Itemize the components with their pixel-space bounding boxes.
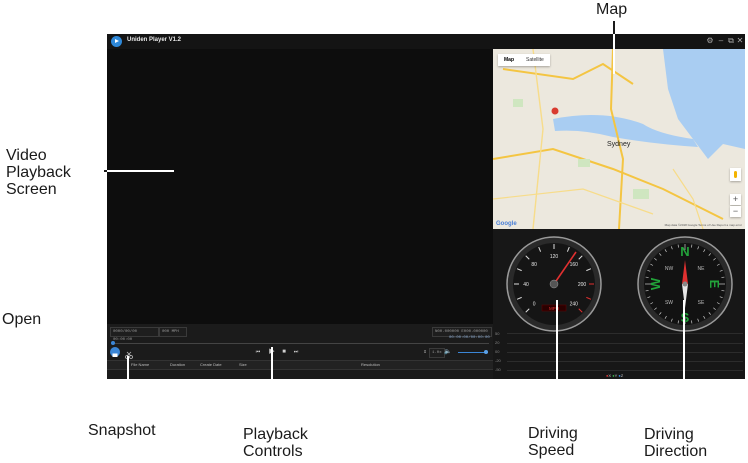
callout-open: Open: [2, 311, 42, 328]
callout-driving-speed: Driving Speed: [528, 425, 578, 459]
progress-bar[interactable]: [111, 343, 489, 344]
app-title: Uniden Player V1.2: [127, 37, 182, 43]
compass-sw: SW: [665, 300, 673, 306]
file-table-header: File Name Duration Create Date Size Reso…: [107, 360, 493, 370]
stop-button[interactable]: ■: [280, 347, 288, 357]
speed-tick-label: 0: [533, 302, 536, 308]
compass-se: SE: [698, 300, 705, 306]
map-roads: [493, 49, 745, 229]
minimize-icon[interactable]: –: [716, 36, 726, 46]
tab-satellite[interactable]: Satellite: [520, 54, 550, 66]
speed-tick-label: 120: [550, 254, 559, 260]
compass: N E S W NE SE SW NW: [637, 236, 733, 332]
graph-y-label-3: -20: [495, 358, 501, 363]
map-type-tabs: Map Satellite: [498, 54, 550, 66]
col-resolution[interactable]: Resolution: [361, 361, 380, 369]
google-logo: Google: [496, 221, 517, 227]
gear-icon[interactable]: ⚙: [705, 36, 715, 46]
datetime-field: 0000/00/00 00:00:00: [110, 327, 159, 342]
map-city-label: Sydney: [607, 141, 631, 148]
col-create-date[interactable]: Create Date: [200, 361, 222, 369]
compass-n: N: [680, 244, 689, 259]
callout-playback-controls: Playback Controls: [243, 426, 308, 460]
speed-tick-label: 80: [531, 262, 537, 268]
scissors-icon: [125, 351, 133, 359]
legend-x: X: [608, 373, 612, 378]
speedometer: 04080120160200240 MPH: [506, 236, 602, 332]
leader-video-outside: [104, 170, 107, 172]
callout-video-playback-screen: Video Playback Screen: [6, 147, 71, 198]
video-playback-screen[interactable]: [107, 49, 493, 324]
speed-field: 000 MPH: [159, 327, 187, 337]
app-logo-icon: [111, 36, 122, 47]
volume-knob[interactable]: [484, 350, 488, 354]
legend-y: Y: [614, 373, 618, 378]
compass-ne: NE: [698, 266, 706, 272]
snapshot-button[interactable]: [124, 347, 134, 359]
volume-icon[interactable]: 🔈: [444, 347, 452, 357]
folder-icon: [112, 353, 118, 357]
graph-grid: [507, 333, 743, 371]
graph-y-label-1: 20: [495, 340, 500, 345]
graph-legend: ●X ●Y ●Z: [606, 373, 624, 378]
compass-w: W: [648, 277, 663, 290]
rate-stepper-icon[interactable]: ⇕: [422, 347, 428, 357]
graph-y-label-4: -50: [495, 367, 501, 372]
leader-direction: [683, 300, 685, 379]
speed-tick-label: 160: [570, 262, 579, 268]
callout-map: Map: [596, 1, 628, 18]
col-file-name[interactable]: File Name: [131, 361, 149, 369]
leader-video: [104, 170, 174, 172]
previous-button[interactable]: ⏮: [254, 347, 262, 357]
speed-tick-label: 200: [578, 282, 587, 288]
graph-y-label-2: 00: [495, 349, 500, 354]
street-view-icon[interactable]: [730, 168, 741, 181]
leader-map: [613, 21, 615, 34]
zoom-out-button[interactable]: −: [730, 206, 741, 217]
speed-tick-label: 40: [523, 282, 529, 288]
open-button[interactable]: [110, 347, 120, 357]
graph-y-label-0: 50: [495, 331, 500, 336]
legend-z: Z: [620, 373, 624, 378]
leader-map-inside: [613, 34, 615, 74]
zoom-in-button[interactable]: +: [730, 194, 741, 205]
info-row: 0000/00/00 00:00:00 000 MPH N00.000000 E…: [107, 326, 493, 342]
compass-nw: NW: [665, 266, 674, 272]
gauges-panel: 0 40 80 120 160 200 240 MPH N E S W NE SE SW N…: [493, 229, 745, 379]
col-size[interactable]: Size: [239, 361, 247, 369]
app-window: Uniden Player V1.2 ⚙ – ⧉ ✕ 0000/00/00 00…: [107, 34, 745, 379]
callout-driving-direction: Driving Direction: [644, 426, 708, 460]
leader-snapshot: [127, 356, 129, 379]
leader-speed: [556, 300, 558, 379]
close-icon[interactable]: ✕: [735, 36, 745, 46]
leader-snapshot-outside: [127, 379, 129, 415]
speed-tick-label: 240: [570, 302, 579, 308]
col-duration[interactable]: Duration: [170, 361, 185, 369]
time-readout: 00:00:00/00:00:00: [449, 336, 490, 340]
map-footer[interactable]: Map data ©2018 Google Terms of Use Repor…: [665, 223, 742, 227]
compass-s: S: [681, 310, 690, 325]
progress-knob[interactable]: [111, 341, 115, 345]
map-panel[interactable]: Map Satellite Sydney + − Google Map data…: [493, 49, 745, 229]
leader-playback: [271, 347, 273, 379]
next-button[interactable]: ⏭: [292, 347, 300, 357]
tab-map[interactable]: Map: [498, 54, 520, 66]
callout-snapshot: Snapshot: [88, 422, 156, 439]
rate-field[interactable]: 1.0x: [429, 348, 445, 358]
compass-e: E: [707, 280, 722, 289]
title-bar: Uniden Player V1.2 ⚙ – ⧉ ✕: [107, 34, 745, 49]
